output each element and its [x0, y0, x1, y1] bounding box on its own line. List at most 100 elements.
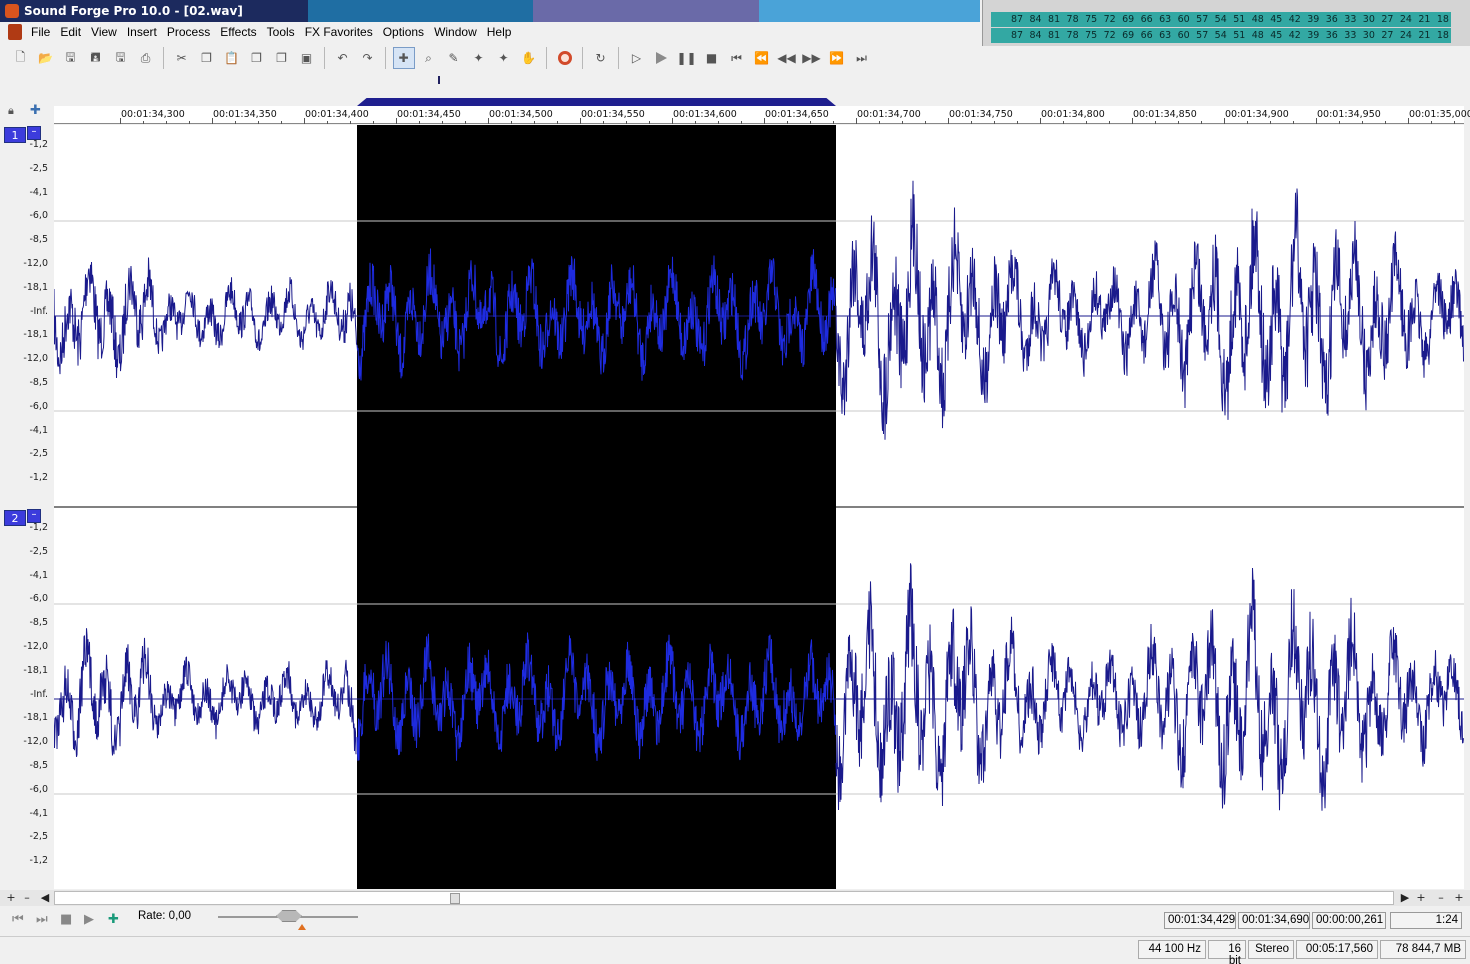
window-title: Sound Forge Pro 10.0 - [02.wav] [24, 4, 243, 18]
ruler-minor-tick [281, 121, 282, 124]
rewind-icon[interactable]: ◀◀ [776, 47, 798, 69]
menu-view[interactable]: View [86, 25, 122, 39]
trim-crop-icon[interactable]: ▣ [296, 47, 318, 69]
menu-window[interactable]: Window [429, 25, 482, 39]
ruler-minor-tick [327, 121, 328, 124]
ruler-label: 00:01:34,900 [1225, 109, 1289, 120]
ruler-label: 00:01:34,700 [857, 109, 921, 120]
menu-options[interactable]: Options [378, 25, 429, 39]
scroll-end-icon[interactable]: + [1452, 891, 1466, 905]
selection-length[interactable]: 00:00:00,261 [1312, 912, 1386, 929]
save-as-icon[interactable]: 🖪 [85, 47, 107, 69]
meter-label: 87 [1011, 30, 1024, 41]
waveform-ch2 [835, 563, 1464, 811]
undo-icon[interactable]: ↶ [332, 47, 354, 69]
waveform-area[interactable] [54, 125, 1464, 889]
selection-start[interactable]: 00:01:34,429 [1164, 912, 1236, 929]
menu-file[interactable]: File [26, 25, 55, 39]
event-tool-icon[interactable]: ✦ [493, 47, 515, 69]
ruler-label: 00:01:34,950 [1317, 109, 1381, 120]
go-end-icon[interactable]: ⏭ [36, 912, 48, 927]
new-icon[interactable]: 🗋 [10, 47, 32, 69]
menu-edit[interactable]: Edit [55, 25, 86, 39]
forward-icon[interactable]: ▶▶ [801, 47, 823, 69]
play-icon[interactable] [651, 47, 673, 69]
scroll-left-icon[interactable]: ◀ [38, 891, 52, 905]
ruler-minor-tick [994, 121, 995, 124]
title-bar: Sound Forge Pro 10.0 - [02.wav] [0, 0, 980, 22]
ruler-minor-tick [833, 121, 834, 124]
edit-tool-icon[interactable]: ✚ [392, 47, 415, 69]
menu-help[interactable]: Help [482, 25, 517, 39]
lock-icon[interactable]: 🔒︎ [8, 104, 14, 118]
menu-fx-favorites[interactable]: FX Favorites [300, 25, 378, 39]
scroll-thumb[interactable] [450, 893, 460, 904]
horizontal-scrollbar[interactable]: + – ◀ ▶ + – + [0, 890, 1470, 906]
document-icon[interactable] [8, 24, 22, 40]
ruler-minor-tick [603, 121, 604, 124]
ruler-minor-tick [902, 121, 903, 124]
scroll-right-icon[interactable]: ▶ [1398, 891, 1412, 905]
track-2-minimize-icon[interactable]: – [27, 509, 41, 523]
copy-icon[interactable]: ❐ [196, 47, 218, 69]
zoom-out-icon[interactable]: – [20, 891, 34, 905]
menu-effects[interactable]: Effects [215, 25, 261, 39]
meter-label: 18 [1436, 14, 1449, 25]
stop-icon[interactable]: ■ [701, 47, 723, 69]
zoom-out-right-icon[interactable]: – [1434, 891, 1448, 905]
track-1-minimize-icon[interactable]: – [27, 126, 41, 140]
envelope-tool-icon[interactable]: ✦ [468, 47, 490, 69]
prev-marker-icon[interactable]: ⏪ [751, 47, 773, 69]
selection-end[interactable]: 00:01:34,690 [1238, 912, 1310, 929]
go-start-icon[interactable]: ⏮ [12, 912, 24, 927]
print-icon[interactable]: ⎙ [135, 47, 157, 69]
overview-bar[interactable] [54, 74, 1464, 98]
zoom-in-icon[interactable]: + [4, 891, 18, 905]
rate-slider-thumb[interactable] [276, 910, 302, 922]
stop-icon[interactable]: ■ [60, 912, 72, 927]
meter-label: 21 [1418, 14, 1431, 25]
meter-label: 18 [1436, 30, 1449, 41]
menu-process[interactable]: Process [162, 25, 215, 39]
paste-special-icon[interactable]: ❐ [246, 47, 268, 69]
pause-icon[interactable]: ❚❚ [676, 47, 698, 69]
record-icon[interactable] [554, 47, 576, 69]
ruler-minor-tick [810, 121, 811, 124]
meter-label: 69 [1122, 30, 1135, 41]
ruler-minor-tick [1339, 121, 1340, 124]
save-icon[interactable]: 🖫 [60, 47, 82, 69]
pencil-tool-icon[interactable]: ✎ [443, 47, 465, 69]
play-icon[interactable]: ▶ [84, 912, 94, 927]
waveform-ch1 [835, 180, 1464, 440]
selection-bar[interactable] [357, 98, 836, 106]
zoom-ratio[interactable]: 1:24 [1390, 912, 1462, 929]
menu-tools[interactable]: Tools [262, 25, 300, 39]
cut-icon[interactable]: ✂ [171, 47, 193, 69]
repair-icon[interactable]: ✋ [518, 47, 540, 69]
status-channels: Stereo [1248, 940, 1294, 959]
redo-icon[interactable]: ↷ [357, 47, 379, 69]
next-marker-icon[interactable]: ⏩ [826, 47, 848, 69]
meter-label: 21 [1418, 30, 1431, 41]
meter-label: 27 [1381, 14, 1394, 25]
paste-icon[interactable]: 📋 [221, 47, 243, 69]
snap-icon[interactable]: ✚ [30, 103, 41, 118]
meter-label: 75 [1085, 14, 1098, 25]
time-ruler[interactable]: 00:01:34,300 00:01:34,350 00:01:34,400 00:0… [54, 106, 1470, 124]
zoom-in-right-icon[interactable]: + [1414, 891, 1428, 905]
play-all-icon[interactable]: ▷ [626, 47, 648, 69]
ruler-minor-tick [1017, 121, 1018, 124]
play-plugin-icon[interactable]: ✚ [108, 912, 119, 927]
db-label: -1,2 [29, 855, 48, 867]
magnify-tool-icon[interactable]: ⌕ [418, 47, 440, 69]
meter-label: 63 [1159, 14, 1172, 25]
menu-insert[interactable]: Insert [122, 25, 162, 39]
meter-label: 84 [1029, 14, 1042, 25]
mix-icon[interactable]: ❐ [271, 47, 293, 69]
open-icon[interactable]: 📂 [35, 47, 57, 69]
go-end-icon[interactable]: ⏭ [851, 47, 873, 69]
render-icon[interactable]: 🖫 [110, 47, 132, 69]
meter-label: 54 [1214, 14, 1227, 25]
loop-icon[interactable]: ↻ [590, 47, 612, 69]
go-start-icon[interactable]: ⏮ [726, 47, 748, 69]
